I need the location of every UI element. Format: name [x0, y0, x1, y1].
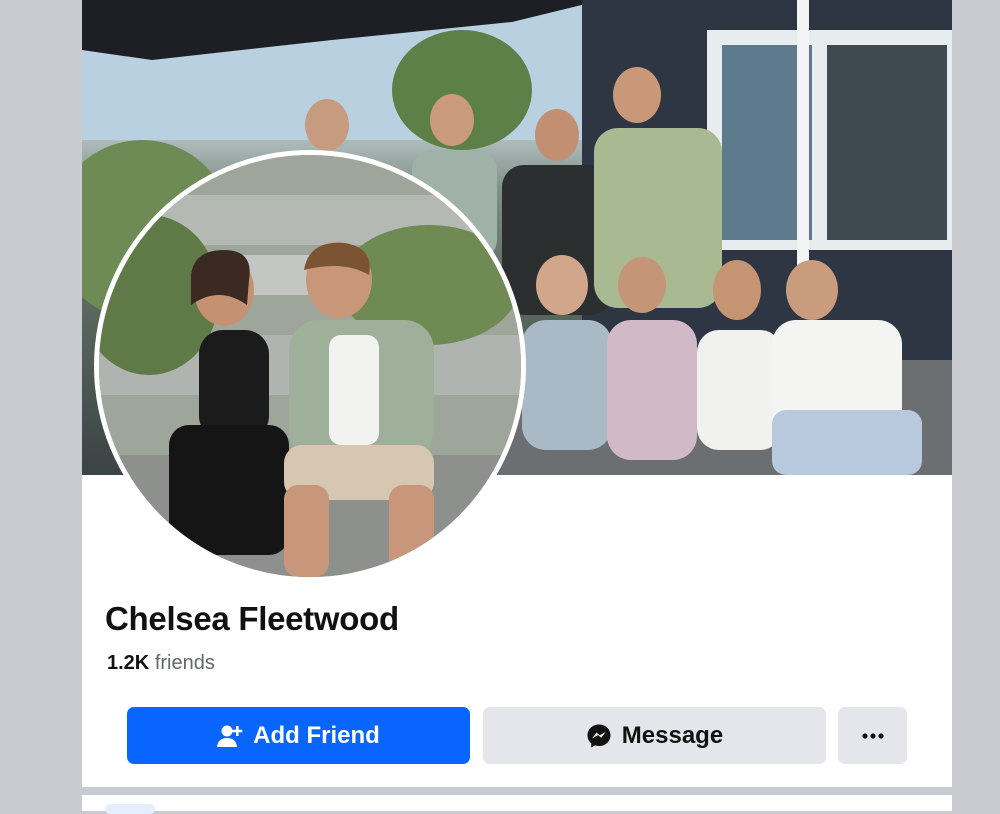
more-options-button[interactable] — [838, 707, 907, 764]
friends-count-line[interactable]: 1.2K friends — [107, 652, 215, 675]
messenger-icon — [586, 723, 612, 749]
profile-name: Chelsea Fleetwood — [105, 600, 399, 637]
profile-picture-graphic — [99, 155, 521, 577]
profile-picture[interactable] — [94, 150, 526, 582]
add-friend-button[interactable]: Add Friend — [127, 707, 470, 764]
friends-label: friends — [154, 652, 215, 674]
profile-picture-image — [99, 155, 521, 577]
message-button[interactable]: Message — [483, 707, 826, 764]
more-horizontal-icon — [861, 732, 884, 739]
next-section-card — [82, 795, 952, 811]
next-section-chip[interactable] — [105, 804, 155, 814]
friends-count: 1.2K — [107, 652, 150, 674]
message-label: Message — [621, 721, 724, 749]
add-friend-label: Add Friend — [253, 721, 380, 749]
add-friend-icon — [217, 724, 243, 748]
profile-card: Chelsea Fleetwood 1.2K friends Add Frien… — [82, 0, 952, 787]
